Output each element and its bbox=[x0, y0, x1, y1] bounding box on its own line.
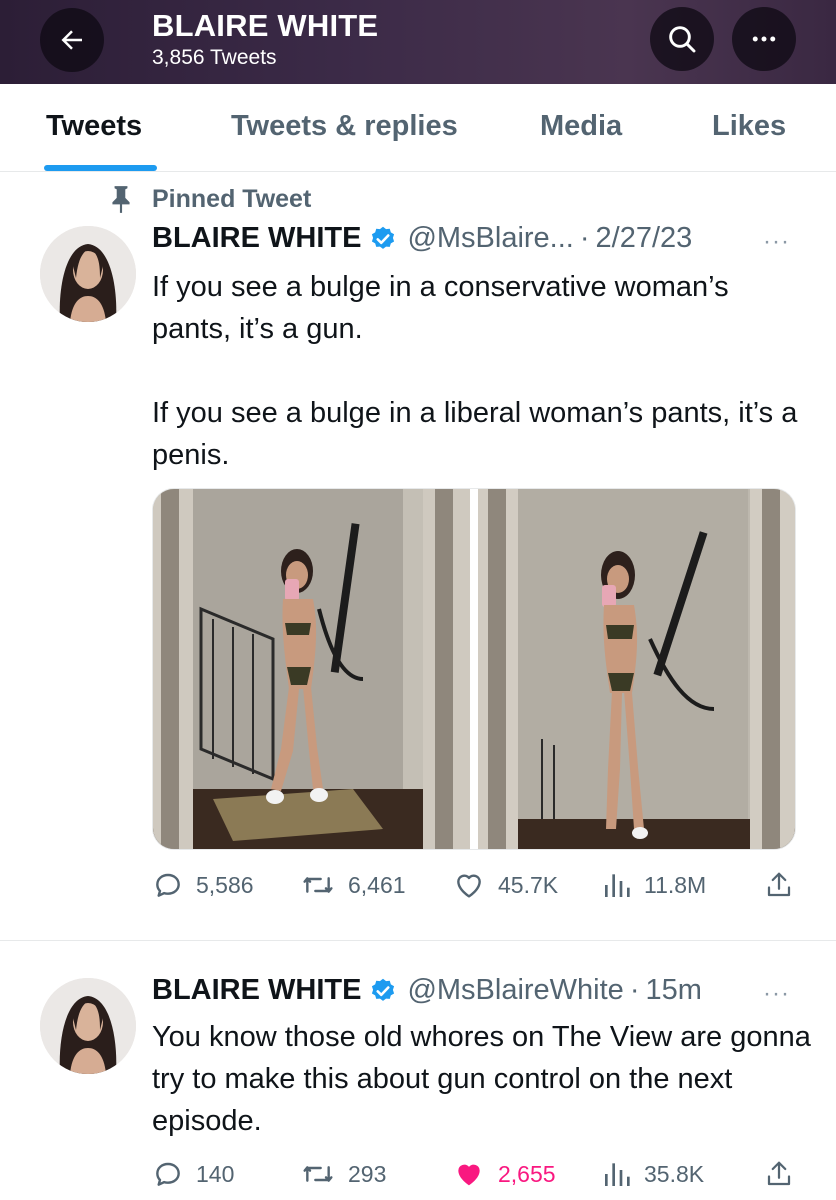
retweet-icon bbox=[303, 1166, 333, 1182]
tweet-media[interactable] bbox=[152, 488, 796, 850]
reply-icon bbox=[156, 873, 180, 897]
tweet-text: You know those old whores on The View ar… bbox=[152, 1021, 811, 1137]
more-button[interactable] bbox=[732, 7, 796, 71]
reply-icon bbox=[156, 1162, 180, 1186]
view-count: 35.8K bbox=[644, 1160, 705, 1187]
tweet-text: If you see a bulge in a conservative wom… bbox=[152, 271, 798, 471]
reply-button[interactable]: 140 bbox=[152, 1154, 234, 1194]
photo-image bbox=[153, 489, 470, 849]
view-count: 11.8M bbox=[644, 871, 707, 898]
verified-badge-icon bbox=[369, 225, 397, 253]
back-button[interactable] bbox=[40, 8, 104, 72]
media-photo[interactable] bbox=[478, 489, 795, 849]
like-button[interactable]: 2,655 bbox=[452, 1154, 556, 1194]
like-count: 45.7K bbox=[498, 871, 559, 898]
retweet-button[interactable]: 293 bbox=[300, 1154, 386, 1194]
tweet-divider bbox=[0, 940, 836, 941]
author-name[interactable]: BLAIRE WHITE bbox=[152, 974, 361, 1007]
profile-header: BLAIRE WHITE 3,856 Tweets bbox=[0, 0, 836, 84]
like-button[interactable]: 45.7K bbox=[452, 865, 558, 905]
views-icon bbox=[605, 1163, 630, 1186]
like-count: 2,655 bbox=[498, 1160, 556, 1187]
reply-count: 5,586 bbox=[196, 871, 254, 898]
share-button[interactable] bbox=[764, 1154, 794, 1194]
author-handle[interactable]: @MsBlaireWhite bbox=[407, 974, 623, 1007]
retweet-icon bbox=[303, 877, 333, 893]
pinned-indicator: Pinned Tweet bbox=[108, 183, 311, 215]
author-name[interactable]: BLAIRE WHITE bbox=[152, 222, 361, 255]
avatar[interactable] bbox=[40, 226, 136, 322]
tab-media[interactable]: Media bbox=[540, 110, 622, 143]
tweet-header: BLAIRE WHITE @MsBlaireWhite · 15m bbox=[152, 974, 702, 1007]
profile-tabs: Tweets Tweets & replies Media Likes bbox=[0, 84, 836, 172]
media-photo[interactable] bbox=[153, 489, 470, 849]
separator-dot: · bbox=[579, 222, 590, 254]
tab-likes[interactable]: Likes bbox=[712, 110, 786, 143]
avatar[interactable] bbox=[40, 978, 136, 1074]
tweet-more-icon[interactable]: ··· bbox=[763, 980, 790, 1008]
tweet-actions: 140 293 2,655 35.8K bbox=[152, 1154, 802, 1194]
retweet-button[interactable]: 6,461 bbox=[300, 865, 406, 905]
share-icon bbox=[767, 1161, 791, 1186]
search-button[interactable] bbox=[650, 7, 714, 71]
author-handle[interactable]: @MsBlaire... bbox=[407, 222, 573, 255]
photo-image bbox=[478, 489, 795, 849]
retweet-count: 293 bbox=[348, 1160, 387, 1187]
retweet-count: 6,461 bbox=[348, 871, 406, 898]
share-icon bbox=[767, 872, 791, 897]
tweet-header: BLAIRE WHITE @MsBlaire... · 2/27/23 bbox=[152, 222, 692, 255]
avatar-image bbox=[40, 978, 136, 1074]
separator-dot: · bbox=[629, 974, 640, 1006]
verified-badge-icon bbox=[369, 977, 397, 1005]
active-tab-indicator bbox=[44, 165, 157, 171]
tweet-more-icon[interactable]: ··· bbox=[763, 228, 790, 256]
arrow-left-icon bbox=[61, 30, 82, 50]
tweet-actions: 5,586 6,461 45.7K 11.8M bbox=[152, 865, 802, 905]
pin-icon bbox=[112, 186, 130, 213]
share-button[interactable] bbox=[764, 865, 794, 905]
search-icon bbox=[669, 26, 696, 53]
pinned-label: Pinned Tweet bbox=[152, 184, 312, 213]
views-button[interactable]: 35.8K bbox=[602, 1154, 704, 1194]
tweet-count: 3,856 Tweets bbox=[152, 46, 277, 69]
more-icon bbox=[752, 36, 776, 42]
reply-count: 140 bbox=[196, 1160, 235, 1187]
tweet-timestamp[interactable]: 15m bbox=[645, 974, 701, 1007]
views-button[interactable]: 11.8M bbox=[602, 865, 706, 905]
reply-button[interactable]: 5,586 bbox=[152, 865, 254, 905]
tweet-timestamp[interactable]: 2/27/23 bbox=[596, 222, 693, 255]
heart-filled-icon bbox=[458, 1164, 480, 1186]
tab-tweets-and-replies[interactable]: Tweets & replies bbox=[231, 110, 458, 143]
avatar-image bbox=[40, 226, 136, 322]
views-icon bbox=[605, 874, 630, 897]
profile-title: BLAIRE WHITE bbox=[152, 8, 379, 43]
tab-tweets[interactable]: Tweets bbox=[46, 110, 142, 143]
heart-icon bbox=[457, 874, 481, 898]
